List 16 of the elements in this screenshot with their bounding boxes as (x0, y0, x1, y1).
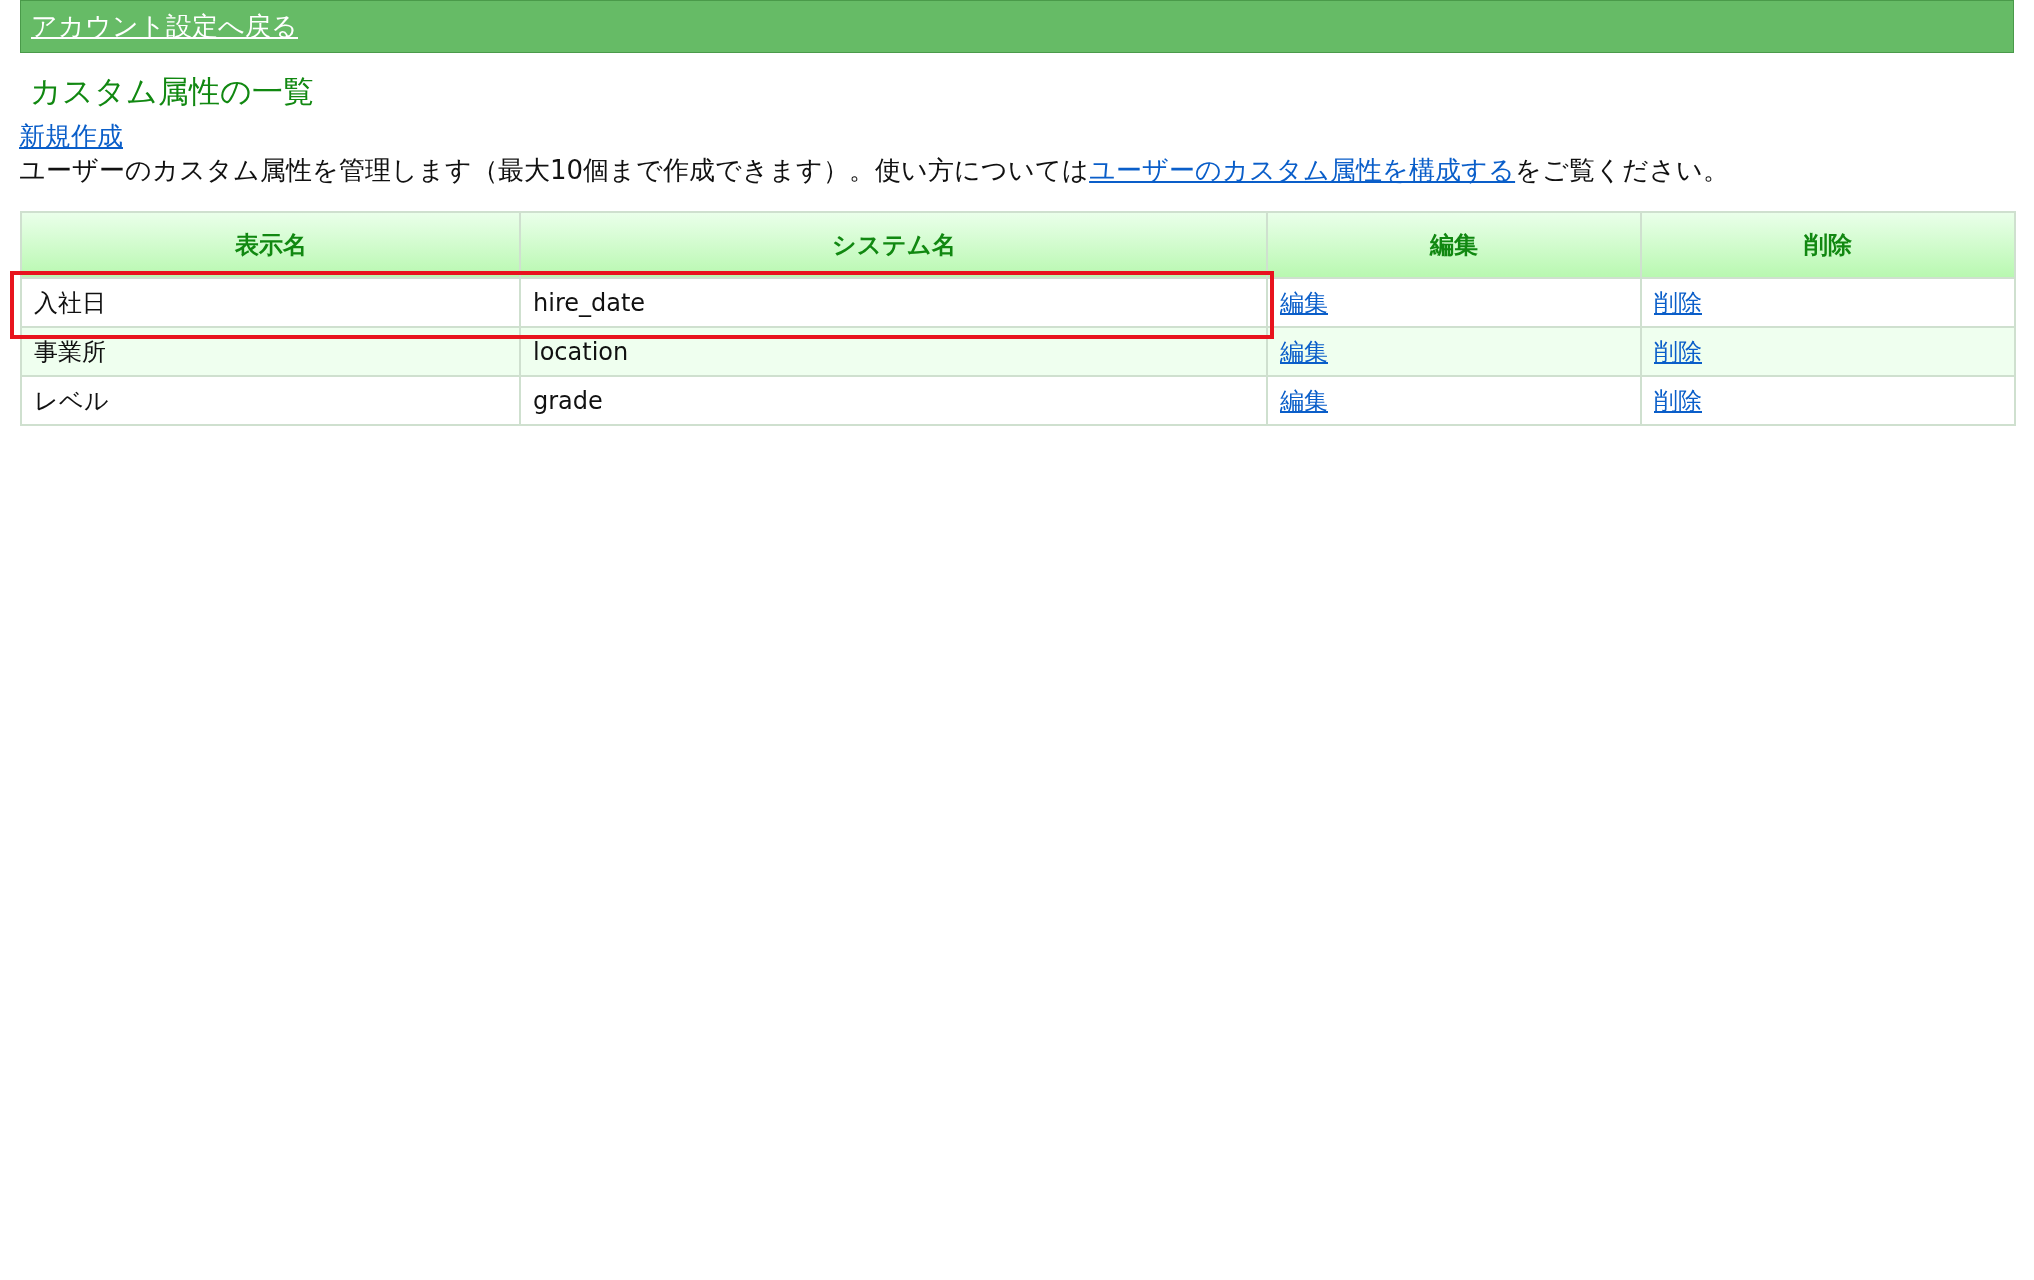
table-cell: grade (520, 376, 1267, 425)
column-header: 編集 (1267, 212, 1641, 278)
edit-link[interactable]: 編集 (1280, 288, 1328, 317)
edit-link[interactable]: 編集 (1280, 386, 1328, 415)
delete-link[interactable]: 削除 (1654, 288, 1702, 317)
column-header: システム名 (520, 212, 1267, 278)
description-text: ユーザーのカスタム属性を管理します（最大10個まで作成できます）。使い方についてはユーザーのカスタム属性を構成する をご覧ください。 (19, 154, 1731, 187)
page-title: カスタム属性の一覧 (30, 72, 315, 111)
create-link[interactable]: 新規作成 (19, 119, 123, 153)
table-cell: レベル (21, 376, 520, 425)
column-header: 削除 (1641, 212, 2015, 278)
delete-link[interactable]: 削除 (1654, 337, 1702, 366)
edit-link[interactable]: 編集 (1280, 337, 1328, 366)
delete-link[interactable]: 削除 (1654, 386, 1702, 415)
column-header: 表示名 (21, 212, 520, 278)
help-link[interactable]: ユーザーのカスタム属性を構成する (1089, 155, 1516, 185)
